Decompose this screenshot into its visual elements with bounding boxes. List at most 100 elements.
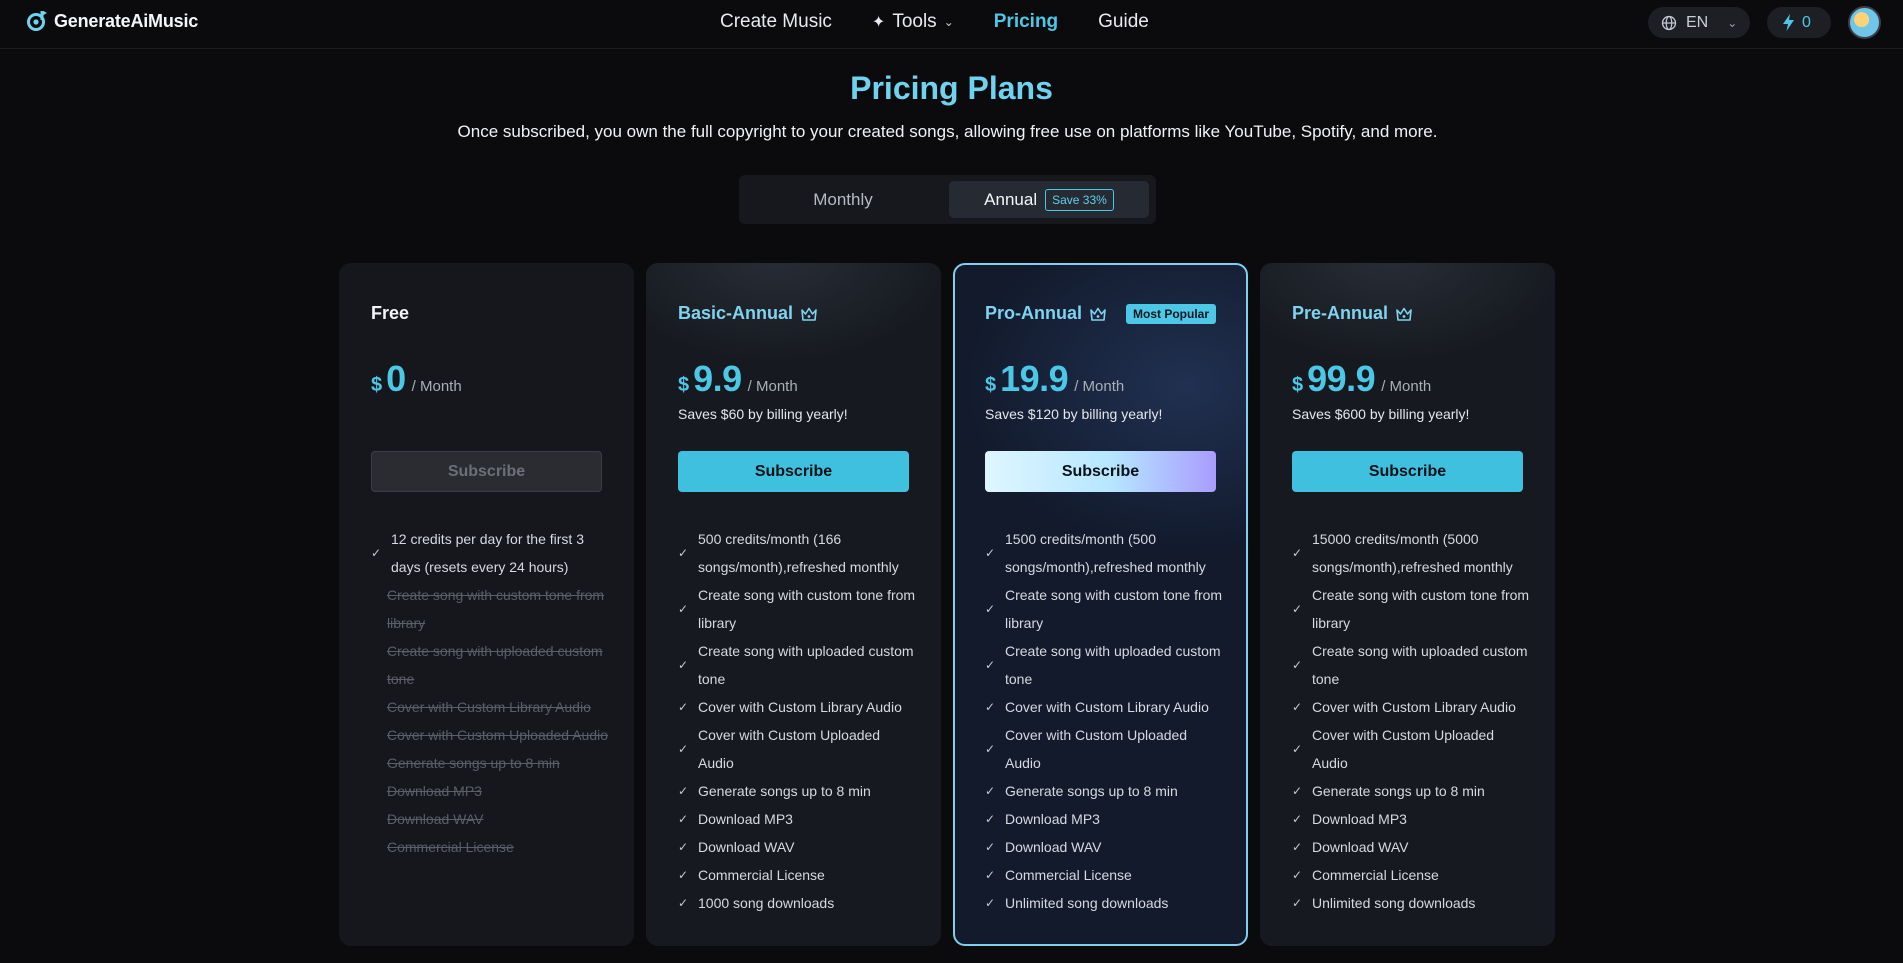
price-amount: 99.9 [1307, 358, 1376, 399]
feature-item: ✓ Generate songs up to 8 min [1292, 777, 1532, 805]
feature-item: ✓ Download WAV [678, 833, 918, 861]
check-icon: ✓ [985, 784, 996, 798]
check-icon: ✓ [371, 805, 387, 833]
logo[interactable]: GenerateAiMusic [26, 10, 198, 32]
feature-text: Download WAV [698, 839, 795, 855]
language-label: EN [1686, 13, 1709, 31]
feature-item: ✓ Unlimited song downloads [1292, 889, 1532, 917]
feature-text: Create song with custom tone from librar… [1312, 587, 1530, 631]
check-icon: ✓ [1292, 658, 1303, 672]
check-icon: ✓ [1292, 812, 1303, 826]
feature-text: Generate songs up to 8 min [1312, 783, 1485, 799]
credits-counter[interactable]: 0 [1767, 7, 1831, 38]
check-icon: ✓ [678, 784, 689, 798]
feature-text: 12 credits per day for the first 3 days … [391, 531, 584, 575]
user-avatar[interactable] [1848, 6, 1881, 39]
feature-text: Create song with uploaded custom tone [698, 643, 914, 687]
logo-text: GenerateAiMusic [54, 10, 199, 31]
feature-text: Create song with uploaded custom tone [1312, 643, 1528, 687]
price-period: / Month [747, 378, 798, 395]
check-icon: ✓ [1292, 784, 1303, 798]
feature-item: ✓Cover with Custom Library Audio [371, 693, 611, 721]
yearly-savings: Saves $600 by billing yearly! [1292, 406, 1470, 422]
plan-name: Pro-Annual Most Popular [985, 303, 1217, 324]
plan-card-pro-annual: Pro-Annual Most Popular $ 19.9 / Month S… [953, 263, 1248, 946]
nav-create-music[interactable]: Create Music [720, 11, 832, 33]
feature-text: Cover with Custom Uploaded Audio [698, 727, 881, 771]
feature-item: ✓Generate songs up to 8 min [371, 749, 611, 777]
feature-item: ✓Generate songs up to 8 min [678, 777, 918, 805]
plan-card-basic-annual: Basic-Annual $ 9.9 / Month Saves $60 by … [646, 263, 941, 946]
feature-text: Commercial License [1005, 867, 1132, 883]
plan-price: $ 0 / Month [371, 358, 462, 400]
language-selector[interactable]: EN ⌄ [1648, 7, 1750, 38]
nav-pricing[interactable]: Pricing [994, 11, 1058, 33]
check-icon: ✓ [985, 700, 996, 714]
feature-item: ✓Download MP3 [678, 805, 918, 833]
feature-item: ✓ Commercial License [678, 861, 918, 889]
chevron-down-icon: ⌄ [1727, 15, 1738, 30]
feature-text: Download WAV [1312, 839, 1409, 855]
check-icon: ✓ [371, 749, 387, 777]
feature-item: ✓ Create song with custom tone from libra… [1292, 581, 1532, 637]
feature-item: ✓ Download WAV [985, 833, 1225, 861]
globe-icon [1661, 15, 1677, 30]
feature-text: Download MP3 [1005, 811, 1100, 827]
check-icon: ✓ [985, 868, 996, 882]
feature-list: ✓ 15000 credits/month (5000 songs/month),… [1292, 525, 1532, 917]
feature-item: ✓Cover with Custom Library Audio [985, 693, 1225, 721]
plan-name-text: Pre-Annual [1292, 303, 1389, 323]
feature-item: ✓ Create song with custom tone from libra… [678, 581, 918, 637]
most-popular-badge: Most Popular [1126, 303, 1217, 324]
check-icon: ✓ [371, 777, 387, 805]
check-icon: ✓ [985, 896, 996, 910]
feature-text: 500 credits/month (166 songs/month),refr… [698, 531, 899, 575]
nav-guide[interactable]: Guide [1098, 11, 1149, 33]
check-icon: ✓ [1292, 896, 1303, 910]
price-period: / Month [1074, 378, 1125, 395]
nav-pricing-label: Pricing [993, 11, 1059, 32]
plan-name-text: Basic-Annual [678, 303, 794, 323]
subscribe-button-basic[interactable]: Subscribe [678, 451, 909, 492]
feature-item: ✓ Commercial License [1292, 861, 1532, 889]
feature-item: ✓Cover with Custom Library Audio [1292, 693, 1532, 721]
subscribe-button-pro[interactable]: Subscribe [985, 451, 1216, 492]
check-icon: ✓ [985, 546, 996, 560]
feature-text: Cover with Custom Uploaded Audio [1005, 727, 1188, 771]
feature-list: ✓ 12 credits per day for the first 3 days… [371, 525, 611, 861]
subscribe-button-free[interactable]: Subscribe [371, 451, 602, 492]
feature-item: ✓ Cover with Custom Uploaded Audio [985, 721, 1225, 777]
feature-item: ✓ Commercial License [985, 861, 1225, 889]
price-amount: 9.9 [693, 358, 742, 399]
check-icon: ✓ [985, 658, 996, 672]
nav-tools-label: Tools [892, 11, 937, 32]
feature-item: ✓ 500 credits/month (166 songs/month),ref… [678, 525, 918, 581]
nav-tools-dropdown[interactable]: ✦ Tools ⌄ [872, 11, 954, 33]
page-subtitle: Once subscribed, you own the full copyri… [457, 122, 1438, 141]
feature-text: Download WAV [387, 811, 484, 827]
check-icon: ✓ [371, 693, 387, 721]
toggle-annual-label: Annual [984, 189, 1038, 209]
plan-name: Free [371, 303, 409, 324]
toggle-annual[interactable]: Annual Save 33% [949, 181, 1149, 218]
check-icon: ✓ [1292, 602, 1303, 616]
save-badge: Save 33% [1045, 188, 1114, 211]
price-currency: $ [678, 374, 690, 396]
feature-text: Cover with Custom Library Audio [698, 699, 902, 715]
toggle-monthly[interactable]: Monthly [745, 181, 941, 218]
feature-text: Download MP3 [387, 783, 482, 799]
feature-text: Cover with Custom Uploaded Audio [387, 727, 609, 743]
feature-item: ✓ Create song with custom tone from libra… [985, 581, 1225, 637]
feature-text: Download MP3 [1312, 811, 1407, 827]
nav-guide-label: Guide [1098, 11, 1149, 32]
subscribe-button-pre[interactable]: Subscribe [1292, 451, 1523, 492]
feature-text: Commercial License [698, 867, 825, 883]
feature-text: Generate songs up to 8 min [387, 755, 560, 771]
feature-item: ✓ Unlimited song downloads [985, 889, 1225, 917]
plan-name-text: Free [371, 303, 410, 323]
sparkle-icon: ✦ [871, 14, 886, 31]
feature-text: Create song with custom tone from librar… [1005, 587, 1223, 631]
feature-item: ✓Download MP3 [371, 777, 611, 805]
price-currency: $ [371, 374, 383, 396]
feature-text: Create song with custom tone from librar… [387, 587, 605, 631]
